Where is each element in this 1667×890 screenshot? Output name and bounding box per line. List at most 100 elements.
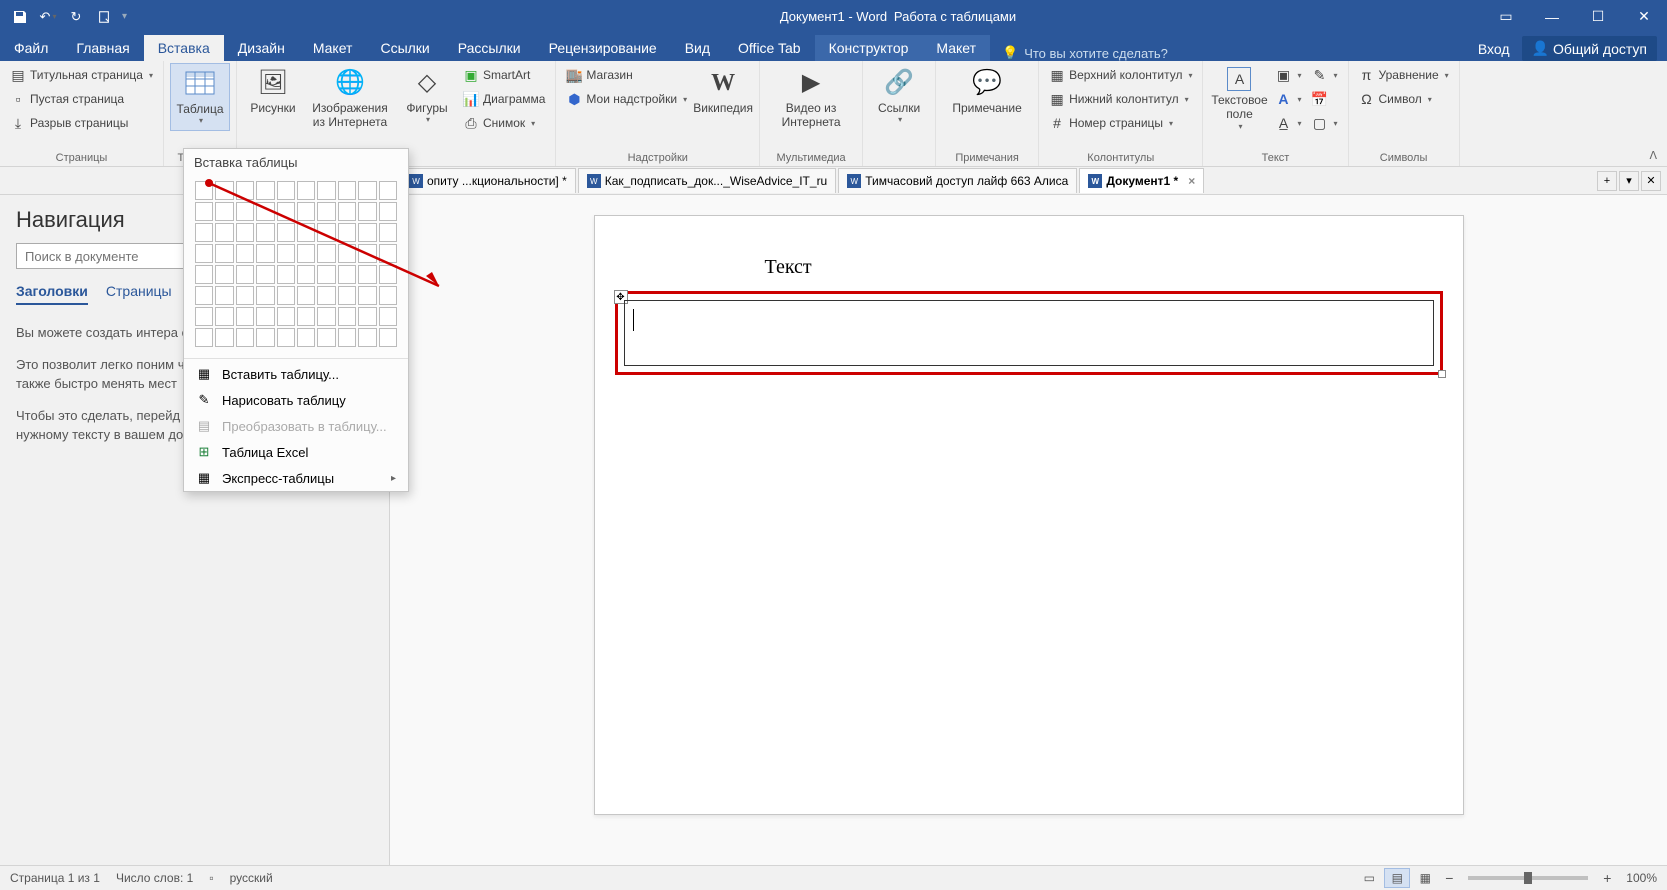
tab-mailings[interactable]: Рассылки [444, 35, 535, 61]
language-indicator[interactable]: русский [230, 871, 273, 885]
new-tab-button[interactable]: + [1597, 171, 1617, 191]
symbol-button[interactable]: ΩСимвол▾ [1355, 87, 1453, 111]
tab-review[interactable]: Рецензирование [535, 35, 671, 61]
collapse-ribbon-button[interactable]: ᐱ [1643, 147, 1663, 164]
table-grid-cell[interactable] [256, 244, 274, 263]
inserted-table[interactable] [624, 300, 1434, 366]
page-heading-text[interactable]: Текст [765, 256, 1433, 279]
qat-customize-icon[interactable]: ▾ [122, 11, 127, 22]
table-grid-cell[interactable] [379, 286, 397, 305]
table-grid-cell[interactable] [215, 286, 233, 305]
table-grid-cell[interactable] [256, 265, 274, 284]
tab-file[interactable]: Файл [0, 35, 62, 61]
table-grid-cell[interactable] [358, 202, 376, 221]
table-grid-cell[interactable] [317, 181, 335, 200]
close-tab-icon[interactable]: × [1188, 174, 1195, 188]
print-layout-button[interactable]: ▤ [1384, 868, 1410, 888]
excel-table-item[interactable]: ⊞Таблица Excel [184, 439, 408, 465]
table-grid-cell[interactable] [297, 328, 315, 347]
table-grid-cell[interactable] [358, 286, 376, 305]
table-grid-cell[interactable] [236, 244, 254, 263]
zoom-out-button[interactable]: − [1440, 870, 1458, 886]
table-grid-cell[interactable] [236, 286, 254, 305]
blank-page-button[interactable]: ▫Пустая страница [6, 87, 157, 111]
tablist-close-button[interactable]: ✕ [1641, 171, 1661, 191]
online-video-button[interactable]: ▶Видео из Интернета [766, 63, 856, 134]
table-grid-cell[interactable] [215, 307, 233, 326]
wordart-button[interactable]: A▾ [1271, 87, 1305, 111]
table-grid-cell[interactable] [277, 307, 295, 326]
tab-layout[interactable]: Макет [299, 35, 367, 61]
table-grid-cell[interactable] [317, 202, 335, 221]
word-count[interactable]: Число слов: 1 [116, 871, 193, 885]
table-grid-cell[interactable] [215, 181, 233, 200]
table-grid-cell[interactable] [277, 244, 295, 263]
page-indicator[interactable]: Страница 1 из 1 [10, 871, 100, 885]
table-grid-cell[interactable] [236, 181, 254, 200]
table-grid-cell[interactable] [338, 286, 356, 305]
table-grid-cell[interactable] [256, 223, 274, 242]
table-grid-cell[interactable] [195, 286, 213, 305]
table-grid-cell[interactable] [277, 202, 295, 221]
table-resize-handle[interactable] [1438, 370, 1446, 378]
table-grid-cell[interactable] [256, 181, 274, 200]
table-grid-cell[interactable] [195, 307, 213, 326]
table-grid-cell[interactable] [236, 328, 254, 347]
table-grid-cell[interactable] [317, 265, 335, 284]
share-button[interactable]: 👤 Общий доступ [1522, 36, 1658, 61]
table-grid-cell[interactable] [277, 265, 295, 284]
table-grid-cell[interactable] [338, 307, 356, 326]
table-grid-cell[interactable] [256, 202, 274, 221]
print-preview-button[interactable] [92, 5, 116, 29]
links-button[interactable]: 🔗Ссылки▾ [869, 63, 929, 129]
table-grid-cell[interactable] [317, 223, 335, 242]
tab-insert[interactable]: Вставка [144, 35, 224, 61]
table-grid-cell[interactable] [358, 328, 376, 347]
doc-tab-3[interactable]: WДокумент1 *× [1079, 168, 1204, 193]
object-button[interactable]: ▢▾ [1308, 111, 1342, 135]
doc-tab-2[interactable]: WТимчасовий доступ лайф 663 Алиса [838, 168, 1077, 193]
table-grid-cell[interactable] [317, 328, 335, 347]
table-grid-cell[interactable] [215, 202, 233, 221]
shapes-button[interactable]: ◇Фигуры▾ [397, 63, 457, 129]
table-grid-cell[interactable] [338, 328, 356, 347]
tab-home[interactable]: Главная [62, 35, 143, 61]
document-page[interactable]: Текст ✥ [594, 215, 1464, 815]
tell-me-search[interactable]: 💡 Что вы хотите сделать? [1002, 45, 1478, 61]
wikipedia-button[interactable]: WВикипедия [693, 63, 753, 119]
equation-button[interactable]: πУравнение▾ [1355, 63, 1453, 87]
table-grid-cell[interactable] [195, 328, 213, 347]
document-area[interactable]: Текст ✥ [390, 195, 1667, 865]
table-grid-cell[interactable] [338, 181, 356, 200]
close-button[interactable]: ✕ [1621, 0, 1667, 33]
header-button[interactable]: ▦Верхний колонтитул▾ [1045, 63, 1196, 87]
signin-button[interactable]: Вход [1478, 41, 1510, 57]
insert-table-item[interactable]: ▦Вставить таблицу... [184, 361, 408, 387]
table-grid-cell[interactable] [256, 286, 274, 305]
minimize-button[interactable]: — [1529, 0, 1575, 33]
table-grid-cell[interactable] [379, 328, 397, 347]
table-grid-cell[interactable] [236, 307, 254, 326]
doc-tab-1[interactable]: WКак_подписать_док..._WiseAdvice_IT_ru [578, 168, 837, 193]
table-grid-cell[interactable] [236, 265, 254, 284]
table-grid-cell[interactable] [338, 244, 356, 263]
quick-tables-item[interactable]: ▦Экспресс-таблицы▸ [184, 465, 408, 491]
zoom-level[interactable]: 100% [1626, 871, 1657, 885]
page-break-button[interactable]: ⤓Разрыв страницы [6, 111, 157, 135]
table-grid-cell[interactable] [195, 223, 213, 242]
table-grid-cell[interactable] [195, 244, 213, 263]
quickparts-button[interactable]: ▣▾ [1271, 63, 1305, 87]
table-grid-cell[interactable] [358, 265, 376, 284]
tab-officetab[interactable]: Office Tab [724, 35, 815, 61]
table-grid-cell[interactable] [215, 265, 233, 284]
table-grid-cell[interactable] [317, 244, 335, 263]
nav-tab-pages[interactable]: Страницы [106, 283, 172, 305]
screenshot-button[interactable]: ⎙Снимок▾ [459, 111, 549, 135]
table-grid-cell[interactable] [256, 328, 274, 347]
table-grid-cell[interactable] [195, 202, 213, 221]
table-button[interactable]: Таблица ▾ [170, 63, 230, 131]
table-grid-cell[interactable] [297, 307, 315, 326]
table-grid-cell[interactable] [338, 202, 356, 221]
table-grid-cell[interactable] [317, 286, 335, 305]
textbox-button[interactable]: AТекстовое поле▾ [1209, 63, 1269, 135]
